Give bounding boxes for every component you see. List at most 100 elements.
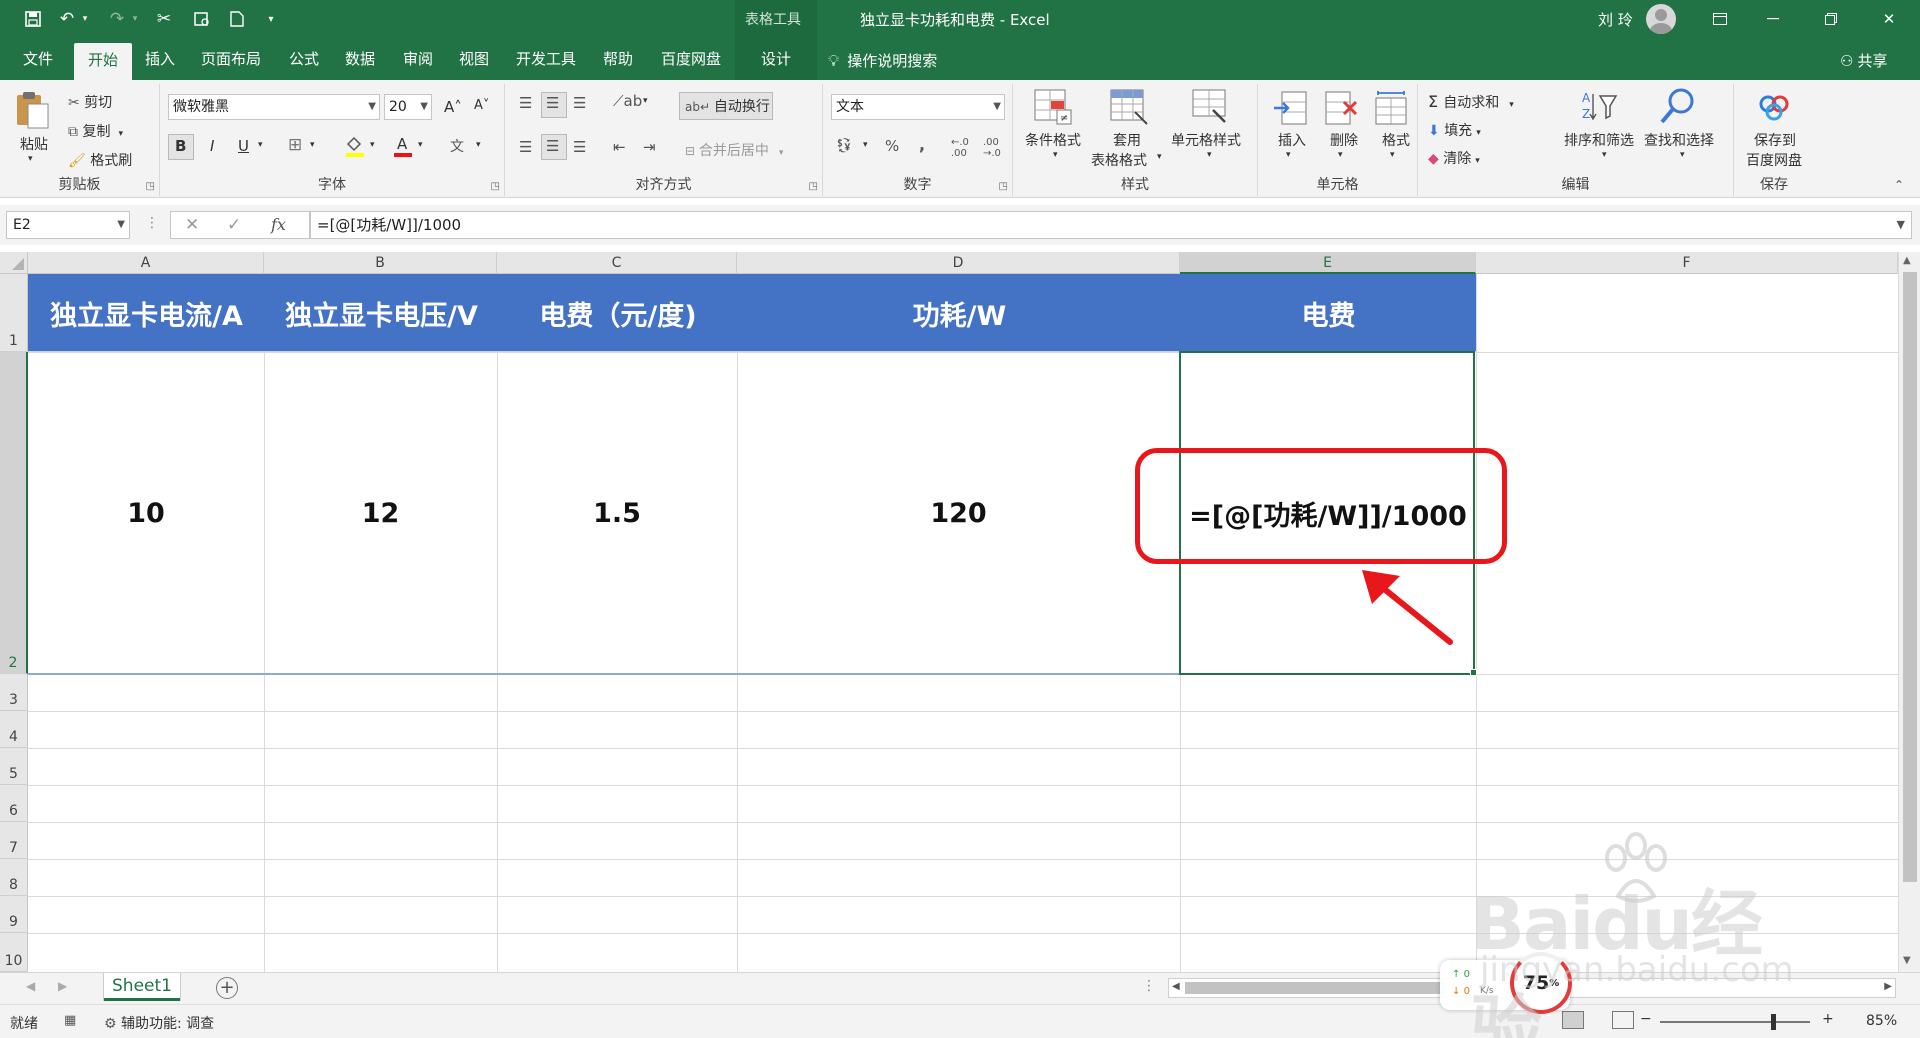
- column-header-e[interactable]: E: [1180, 252, 1476, 274]
- vertical-scrollbar[interactable]: ▲ ▼: [1898, 252, 1920, 972]
- increase-indent-icon[interactable]: ⇥: [643, 138, 656, 156]
- sheet-tab-sheet1[interactable]: Sheet1: [104, 973, 180, 1001]
- tell-me-search[interactable]: 💡︎ 操作说明搜索: [828, 50, 937, 71]
- delete-cells-icon[interactable]: [1324, 90, 1364, 130]
- save-to-baidu-label-2[interactable]: 百度网盘: [1746, 150, 1802, 170]
- close-icon[interactable]: ✕: [1866, 0, 1912, 38]
- comma-style-icon[interactable]: ,: [919, 135, 925, 154]
- conditional-formatting-icon[interactable]: ≠: [1033, 88, 1073, 128]
- tab-help[interactable]: 帮助: [592, 38, 644, 80]
- align-bottom-icon[interactable]: ☰: [573, 94, 586, 112]
- font-color-dropdown-icon[interactable]: ▾: [418, 140, 423, 150]
- insert-dropdown-icon[interactable]: ▾: [1286, 150, 1291, 160]
- restore-icon[interactable]: [1808, 0, 1854, 38]
- autosum-dropdown-icon[interactable]: ▾: [1509, 100, 1514, 110]
- tab-baidu-netdisk[interactable]: 百度网盘: [652, 38, 730, 80]
- minimize-icon[interactable]: [1750, 0, 1796, 38]
- increase-font-icon[interactable]: A˄: [444, 98, 462, 116]
- accounting-dropdown-icon[interactable]: ▾: [863, 140, 868, 150]
- percent-style-icon[interactable]: %: [885, 137, 899, 155]
- number-launcher-icon[interactable]: ◳: [999, 181, 1008, 192]
- paste-icon[interactable]: [14, 90, 54, 130]
- tab-formulas[interactable]: 公式: [276, 38, 332, 80]
- decrease-font-icon[interactable]: A˅: [474, 98, 489, 113]
- tab-developer[interactable]: 开发工具: [508, 38, 584, 80]
- macro-record-icon[interactable]: ▦: [64, 1013, 76, 1028]
- fill-color-icon[interactable]: [344, 134, 366, 162]
- format-cells-label[interactable]: 格式: [1382, 130, 1410, 150]
- sort-filter-icon[interactable]: AZ: [1580, 88, 1620, 128]
- align-left-icon[interactable]: ☰: [519, 138, 532, 156]
- phonetic-dropdown-icon[interactable]: ▾: [476, 140, 481, 150]
- scroll-up-icon[interactable]: ▲: [1903, 255, 1911, 266]
- find-select-dropdown-icon[interactable]: ▾: [1680, 150, 1685, 160]
- format-as-table-label-1[interactable]: 套用: [1113, 130, 1141, 150]
- row-header-6[interactable]: 6: [0, 785, 28, 822]
- format-as-table-icon[interactable]: [1109, 88, 1149, 128]
- insert-cells-label[interactable]: 插入: [1278, 130, 1306, 150]
- orientation-dropdown-icon[interactable]: ▾: [643, 96, 648, 106]
- column-header-c[interactable]: C: [497, 252, 737, 274]
- cut-button[interactable]: ✂ 剪切: [68, 92, 112, 112]
- table-header-cell-c1[interactable]: 电费（元/度): [498, 274, 738, 352]
- row-header-4[interactable]: 4: [0, 711, 28, 748]
- print-preview-icon[interactable]: [191, 8, 213, 30]
- conditional-formatting-label[interactable]: 条件格式: [1025, 130, 1081, 150]
- share-button[interactable]: ⚇ 共享: [1840, 50, 1887, 71]
- merge-dropdown-icon[interactable]: ▾: [779, 148, 784, 158]
- insert-function-button[interactable]: fx: [271, 215, 286, 234]
- row-header-3[interactable]: 3: [0, 674, 28, 711]
- zoom-level[interactable]: 85%: [1866, 1013, 1897, 1029]
- format-cells-icon[interactable]: [1374, 90, 1414, 130]
- align-right-icon[interactable]: ☰: [573, 138, 586, 156]
- formula-input[interactable]: =[@[功耗/W]]/1000 ▼: [310, 211, 1912, 239]
- cell-a2[interactable]: 10: [28, 352, 264, 674]
- horizontal-scroll-thumb[interactable]: [1185, 982, 1445, 994]
- orientation-icon[interactable]: ⟋ab: [613, 92, 642, 110]
- tab-view[interactable]: 视图: [448, 38, 500, 80]
- collapse-ribbon-icon[interactable]: ⌃: [1894, 178, 1904, 192]
- vertical-scroll-thumb[interactable]: [1903, 272, 1917, 882]
- tab-split-handle-icon[interactable]: ⋮: [1142, 978, 1156, 994]
- paste-dropdown-icon[interactable]: ▾: [28, 154, 33, 164]
- customize-toolbar-icon[interactable]: ▾: [260, 8, 282, 30]
- underline-dropdown-icon[interactable]: ▾: [258, 140, 263, 150]
- accessibility-status[interactable]: ⚙ 辅助功能: 调查: [104, 1013, 214, 1033]
- column-header-b[interactable]: B: [264, 252, 497, 274]
- format-as-table-dropdown-icon[interactable]: ▾: [1157, 152, 1162, 162]
- user-name[interactable]: 刘 玲: [1598, 9, 1633, 30]
- formula-bar-grip-icon[interactable]: ⋮: [145, 215, 159, 231]
- undo-dropdown-icon[interactable]: ▾: [74, 8, 96, 30]
- cut-icon[interactable]: ✂: [153, 8, 175, 30]
- italic-button[interactable]: I: [210, 137, 214, 155]
- sort-filter-label[interactable]: 排序和筛选: [1564, 130, 1634, 150]
- ribbon-display-options-icon[interactable]: [1697, 0, 1743, 38]
- cell-c2[interactable]: 1.5: [497, 352, 737, 674]
- baidu-cloud-icon[interactable]: [1756, 90, 1796, 130]
- row-header-7[interactable]: 7: [0, 822, 28, 859]
- decrease-indent-icon[interactable]: ⇤: [613, 138, 626, 156]
- copy-dropdown-icon[interactable]: ▾: [118, 129, 123, 139]
- increase-decimal-icon[interactable]: ←.0.00: [951, 137, 969, 159]
- clipboard-launcher-icon[interactable]: ◳: [146, 181, 155, 192]
- enter-formula-icon[interactable]: ✓: [227, 215, 241, 235]
- save-icon[interactable]: [22, 8, 44, 30]
- font-launcher-icon[interactable]: ◳: [491, 181, 500, 192]
- fill-dropdown-icon[interactable]: ▾: [1476, 128, 1481, 138]
- row-header-5[interactable]: 5: [0, 748, 28, 785]
- row-header-10[interactable]: 10: [0, 933, 28, 972]
- format-as-table-label-2[interactable]: 表格格式: [1091, 150, 1147, 170]
- borders-icon[interactable]: ⊞: [288, 135, 302, 155]
- select-all-button[interactable]: [0, 252, 28, 274]
- tab-design[interactable]: 设计: [735, 38, 817, 80]
- column-header-f[interactable]: F: [1476, 252, 1898, 274]
- cell-styles-dropdown-icon[interactable]: ▾: [1207, 150, 1212, 160]
- insert-cells-icon[interactable]: [1272, 90, 1312, 130]
- name-box[interactable]: E2 ▼: [6, 211, 130, 239]
- column-header-d[interactable]: D: [737, 252, 1180, 274]
- add-sheet-icon[interactable]: +: [216, 977, 238, 999]
- row-header-9[interactable]: 9: [0, 896, 28, 933]
- format-dropdown-icon[interactable]: ▾: [1390, 150, 1395, 160]
- format-painter-button[interactable]: 🖌︎ 格式刷: [68, 150, 132, 170]
- zoom-in-icon[interactable]: +: [1822, 1011, 1834, 1027]
